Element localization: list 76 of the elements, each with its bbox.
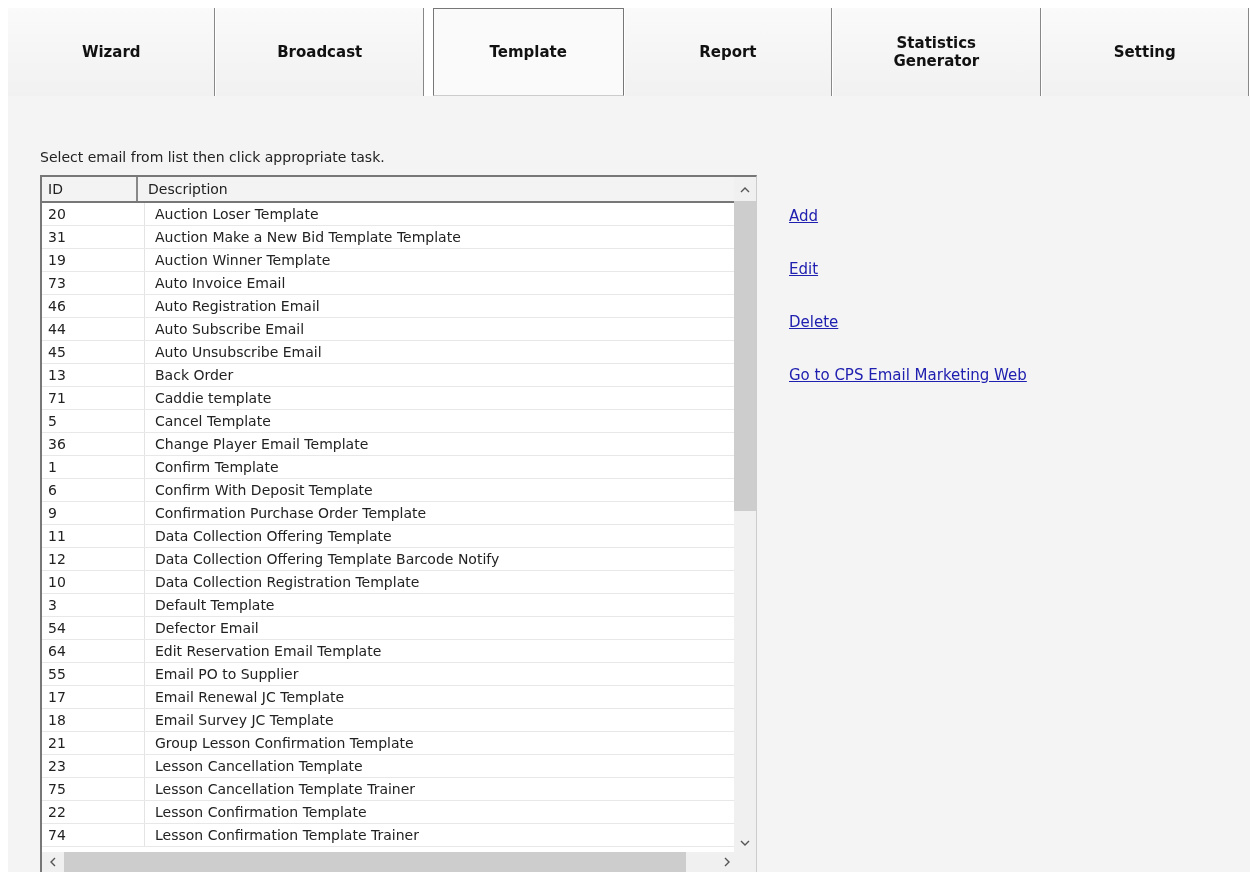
table-cell-text: Confirm Template <box>154 458 280 477</box>
tab[interactable]: Setting <box>1041 8 1249 96</box>
action-link[interactable]: Edit <box>789 260 819 278</box>
table-cell: 21 <box>42 732 145 754</box>
action-link[interactable]: Go to CPS Email Marketing Web <box>789 366 1027 384</box>
table-cell: 12 <box>42 548 145 570</box>
table-cell-text: Confirmation Purchase Order Template <box>154 504 428 523</box>
table-cell-text: Email Survey JC Template <box>154 711 335 730</box>
table-cell: 19 <box>42 249 145 271</box>
table-cell: 36 <box>42 433 145 455</box>
table-cell-text: Defector Email <box>154 619 260 638</box>
table-cell-text: Email Renewal JC Template <box>154 688 346 707</box>
table-cell: 54 <box>42 617 145 639</box>
table-cell: 71 <box>42 387 145 409</box>
table-cell-text: Auto Invoice Email <box>154 274 287 293</box>
table-cell-text: Back Order <box>154 366 235 385</box>
scroll-right-icon[interactable] <box>724 857 730 867</box>
table-cell-text: Auto Unsubscribe Email <box>154 343 323 362</box>
table-cell: 64 <box>42 640 145 662</box>
table-cell: 44 <box>42 318 145 340</box>
table-cell-text: Auction Winner Template <box>154 251 332 270</box>
table-cell: 13 <box>42 364 145 386</box>
table-cell: 74 <box>42 824 145 846</box>
table-cell-text: Data Collection Offering Template Barcode Notify <box>154 550 501 569</box>
tab[interactable]: Template <box>432 8 624 96</box>
table-cell-text: Lesson Cancellation Template <box>154 757 364 776</box>
table-cell: 5 <box>42 410 145 432</box>
table-cell-text: Data Collection Offering Template <box>154 527 393 546</box>
table-cell-text: Auction Make a New Bid Template Template <box>154 228 462 247</box>
scrollbar-thumb[interactable] <box>734 201 756 511</box>
table-cell: 1 <box>42 456 145 478</box>
table-cell: 31 <box>42 226 145 248</box>
table-cell-text: Auto Subscribe Email <box>154 320 306 339</box>
action-link[interactable]: Delete <box>789 313 839 331</box>
table-cell-text: Email PO to Supplier <box>154 665 300 684</box>
tab[interactable]: Statistics Generator <box>833 8 1041 96</box>
table-cell: 23 <box>42 755 145 777</box>
action-link[interactable]: Add <box>789 207 819 225</box>
instruction-text: Select email from list then click appropriate task. <box>40 149 386 165</box>
scroll-up-icon[interactable] <box>740 187 750 193</box>
table-cell-text: Lesson Confirmation Template Trainer <box>154 826 420 845</box>
table-cell: 75 <box>42 778 145 800</box>
table-cell-text: Caddie template <box>154 389 273 408</box>
table-cell: 55 <box>42 663 145 685</box>
table-cell-text: Lesson Cancellation Template Trainer <box>154 780 417 799</box>
table-cell-text: Group Lesson Confirmation Template <box>154 734 415 753</box>
table-cell-text: Auction Loser Template <box>154 205 320 224</box>
table-cell-text: Edit Reservation Email Template <box>154 642 383 661</box>
table-cell-text: Lesson Confirmation Template <box>154 803 368 822</box>
table-cell: 11 <box>42 525 145 547</box>
table-cell-text: Cancel Template <box>154 412 272 431</box>
table-cell: 73 <box>42 272 145 294</box>
vertical-scrollbar[interactable] <box>734 177 756 852</box>
table-cell-text: Auto Registration Email <box>154 297 321 316</box>
table-cell: 46 <box>42 295 145 317</box>
tab[interactable]: Wizard <box>8 8 216 96</box>
table-cell: 10 <box>42 571 145 593</box>
table-cell: 20 <box>42 203 145 225</box>
table-cell-text: Confirm With Deposit Template <box>154 481 374 500</box>
tab[interactable]: Report <box>624 8 833 96</box>
column-header[interactable]: Description <box>138 177 734 201</box>
table-cell: 6 <box>42 479 145 501</box>
table-cell: 9 <box>42 502 145 524</box>
table-cell-text: Data Collection Registration Template <box>154 573 421 592</box>
table-cell: 3 <box>42 594 145 616</box>
scroll-left-icon[interactable] <box>50 857 56 867</box>
table-cell: 22 <box>42 801 145 823</box>
table-cell-text: Default Template <box>154 596 276 615</box>
tab[interactable]: Broadcast <box>216 8 424 96</box>
scroll-down-icon[interactable] <box>740 840 750 846</box>
column-header[interactable]: ID <box>42 177 138 201</box>
table-cell-text: Change Player Email Template <box>154 435 370 454</box>
table-cell: 45 <box>42 341 145 363</box>
table-cell: 18 <box>42 709 145 731</box>
table-cell: 17 <box>42 686 145 708</box>
email-list[interactable] <box>40 175 757 872</box>
